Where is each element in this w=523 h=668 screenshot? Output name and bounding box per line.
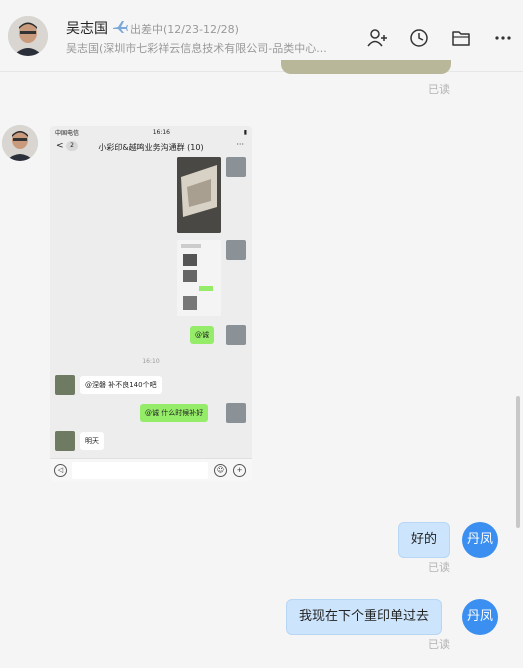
phone-time: 16:16 — [152, 128, 170, 136]
airplane-icon — [112, 19, 128, 38]
phone-input-field — [72, 462, 208, 479]
chat-window: 吴志国 出差中(12/23-12/28) 吴志国(深圳市七彩祥云信息技术有限公司… — [0, 0, 523, 668]
phone-status-bar: 中国电信 16:16 ▮ — [50, 126, 252, 138]
read-receipt: 已读 — [428, 83, 450, 96]
phone-msg-at-cheng: @诚 — [190, 326, 214, 344]
group-title: 小彩印&越鸣业务沟通群 (10) — [98, 143, 204, 152]
more-icon[interactable] — [492, 27, 514, 49]
my-avatar[interactable]: 丹凤 — [462, 522, 498, 558]
phone-photo-1 — [177, 157, 221, 233]
read-receipt: 已读 — [428, 638, 450, 651]
battery-icon: ▮ — [243, 128, 247, 136]
carrier-label: 中国电信 — [55, 129, 80, 137]
sender-avatar-thumb — [226, 240, 246, 260]
history-icon[interactable] — [408, 27, 430, 49]
travel-status: 出差中(12/23-12/28) — [112, 19, 239, 38]
contact-organization: 吴志国(深圳市七彩祥云信息技术有限公司-品类中心... — [66, 42, 327, 55]
group-title-bar: < 2 小彩印&越鸣业务沟通群 (10) ··· — [50, 138, 252, 156]
phone-input-bar: ◁ ☺ + — [50, 458, 252, 482]
other-avatar-thumb — [55, 431, 75, 451]
phone-msg-when: @诚 什么时候补好 — [140, 404, 209, 422]
plus-icon: + — [233, 464, 246, 477]
phone-msg-bad-140: @涅磐 补不良140个吧 — [80, 376, 162, 394]
contact-name: 吴志国 — [66, 21, 108, 37]
phone-msg-tomorrow: 明天 — [80, 432, 104, 450]
folder-icon[interactable] — [450, 27, 472, 49]
voice-icon: ◁ — [54, 464, 67, 477]
phone-photo-2 — [177, 240, 221, 316]
sender-avatar-thumb — [226, 403, 246, 423]
status-text: 出差中(12/23-12/28) — [130, 22, 239, 36]
my-message-bubble[interactable]: 好的 — [398, 522, 451, 558]
screenshot-image-message[interactable]: 中国电信 16:16 ▮ < 2 小彩印&越鸣业务沟通群 (10) ··· @诚… — [50, 126, 252, 482]
sender-avatar-thumb — [226, 157, 246, 177]
add-member-icon[interactable] — [366, 27, 388, 49]
more-icon: ··· — [236, 140, 244, 149]
sender-avatar-thumb — [226, 325, 246, 345]
my-message-bubble[interactable]: 我现在下个重印单过去 — [286, 599, 443, 635]
other-avatar-thumb — [55, 375, 75, 395]
emoji-icon: ☺ — [214, 464, 227, 477]
phone-timestamp: 16:10 — [142, 358, 160, 365]
my-avatar[interactable]: 丹凤 — [462, 599, 498, 635]
contact-avatar[interactable] — [8, 16, 48, 56]
previous-image-message[interactable] — [281, 60, 451, 74]
contact-message-avatar[interactable] — [2, 125, 38, 161]
chat-scrollbar[interactable] — [516, 396, 520, 528]
read-receipt: 已读 — [428, 561, 450, 574]
